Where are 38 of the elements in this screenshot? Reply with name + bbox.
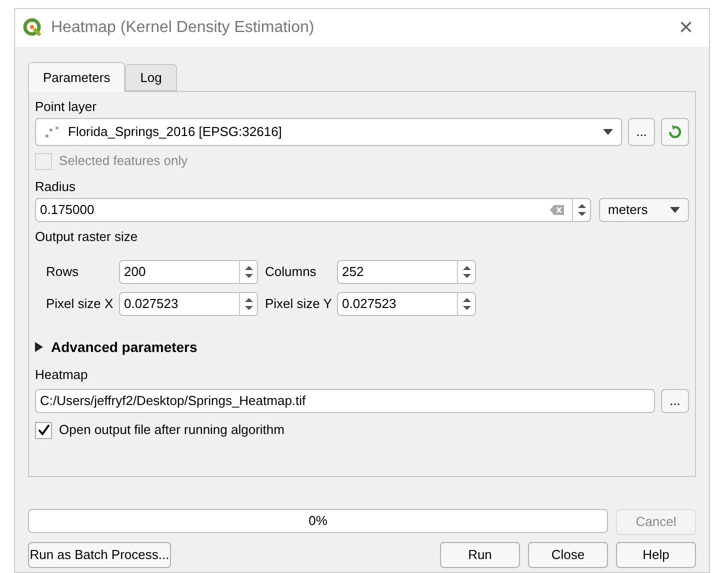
tab[interactable]: Log (125, 64, 177, 91)
radius-field[interactable]: 0.175000 (35, 198, 591, 222)
point-layer-icon (44, 125, 60, 139)
tab[interactable]: Parameters (28, 62, 126, 92)
dialog-button[interactable]: Close (528, 542, 608, 568)
field-label: Rows (46, 263, 80, 282)
browse-button[interactable]: ... (661, 389, 689, 413)
checkbox[interactable] (35, 422, 52, 438)
output-path-field[interactable]: C:/Users/jeffryf2/Desktop/Springs_Heatmap.tif (35, 389, 655, 413)
checkbox-label: Selected features only (59, 152, 188, 170)
app-logo-icon (23, 18, 43, 38)
dialog-button[interactable]: Run (440, 542, 520, 568)
field-label: Pixel size X (46, 295, 114, 314)
window-title: Heatmap (Kernel Density Estimation) (51, 18, 316, 38)
field-label: Radius (35, 178, 76, 196)
triangle-icon (35, 342, 43, 352)
section-label: Output raster size (35, 228, 139, 246)
progress-bar: 0% (28, 509, 608, 533)
dialog-button[interactable]: Run as Batch Process... (28, 542, 171, 568)
layer-dropdown[interactable]: Florida_Springs_2016 [EPSG:32616] (35, 118, 622, 146)
field-label: Columns (265, 263, 318, 282)
advanced-toggle[interactable]: Advanced parameters (35, 336, 689, 358)
field-label: Point layer (35, 98, 98, 116)
browse-button[interactable]: ... (628, 118, 655, 146)
dropdown-arrow-icon (603, 129, 613, 135)
checkbox-label: Open output file after running algorithm (59, 421, 284, 440)
field-label: Heatmap (35, 366, 89, 384)
close-button[interactable]: × (670, 16, 701, 40)
dialog-button[interactable]: Help (616, 542, 696, 568)
iterate-button[interactable] (661, 118, 689, 146)
number-field[interactable]: 200 (119, 260, 258, 284)
number-field[interactable]: 0.027523 (119, 292, 258, 316)
number-field[interactable]: 0.027523 (337, 292, 476, 316)
refresh-icon (667, 124, 683, 140)
number-field[interactable]: 252 (337, 260, 476, 284)
field-label: Pixel size Y (265, 295, 333, 314)
dropdown-arrow-icon (670, 207, 680, 213)
unit-dropdown[interactable]: meters (599, 198, 689, 222)
